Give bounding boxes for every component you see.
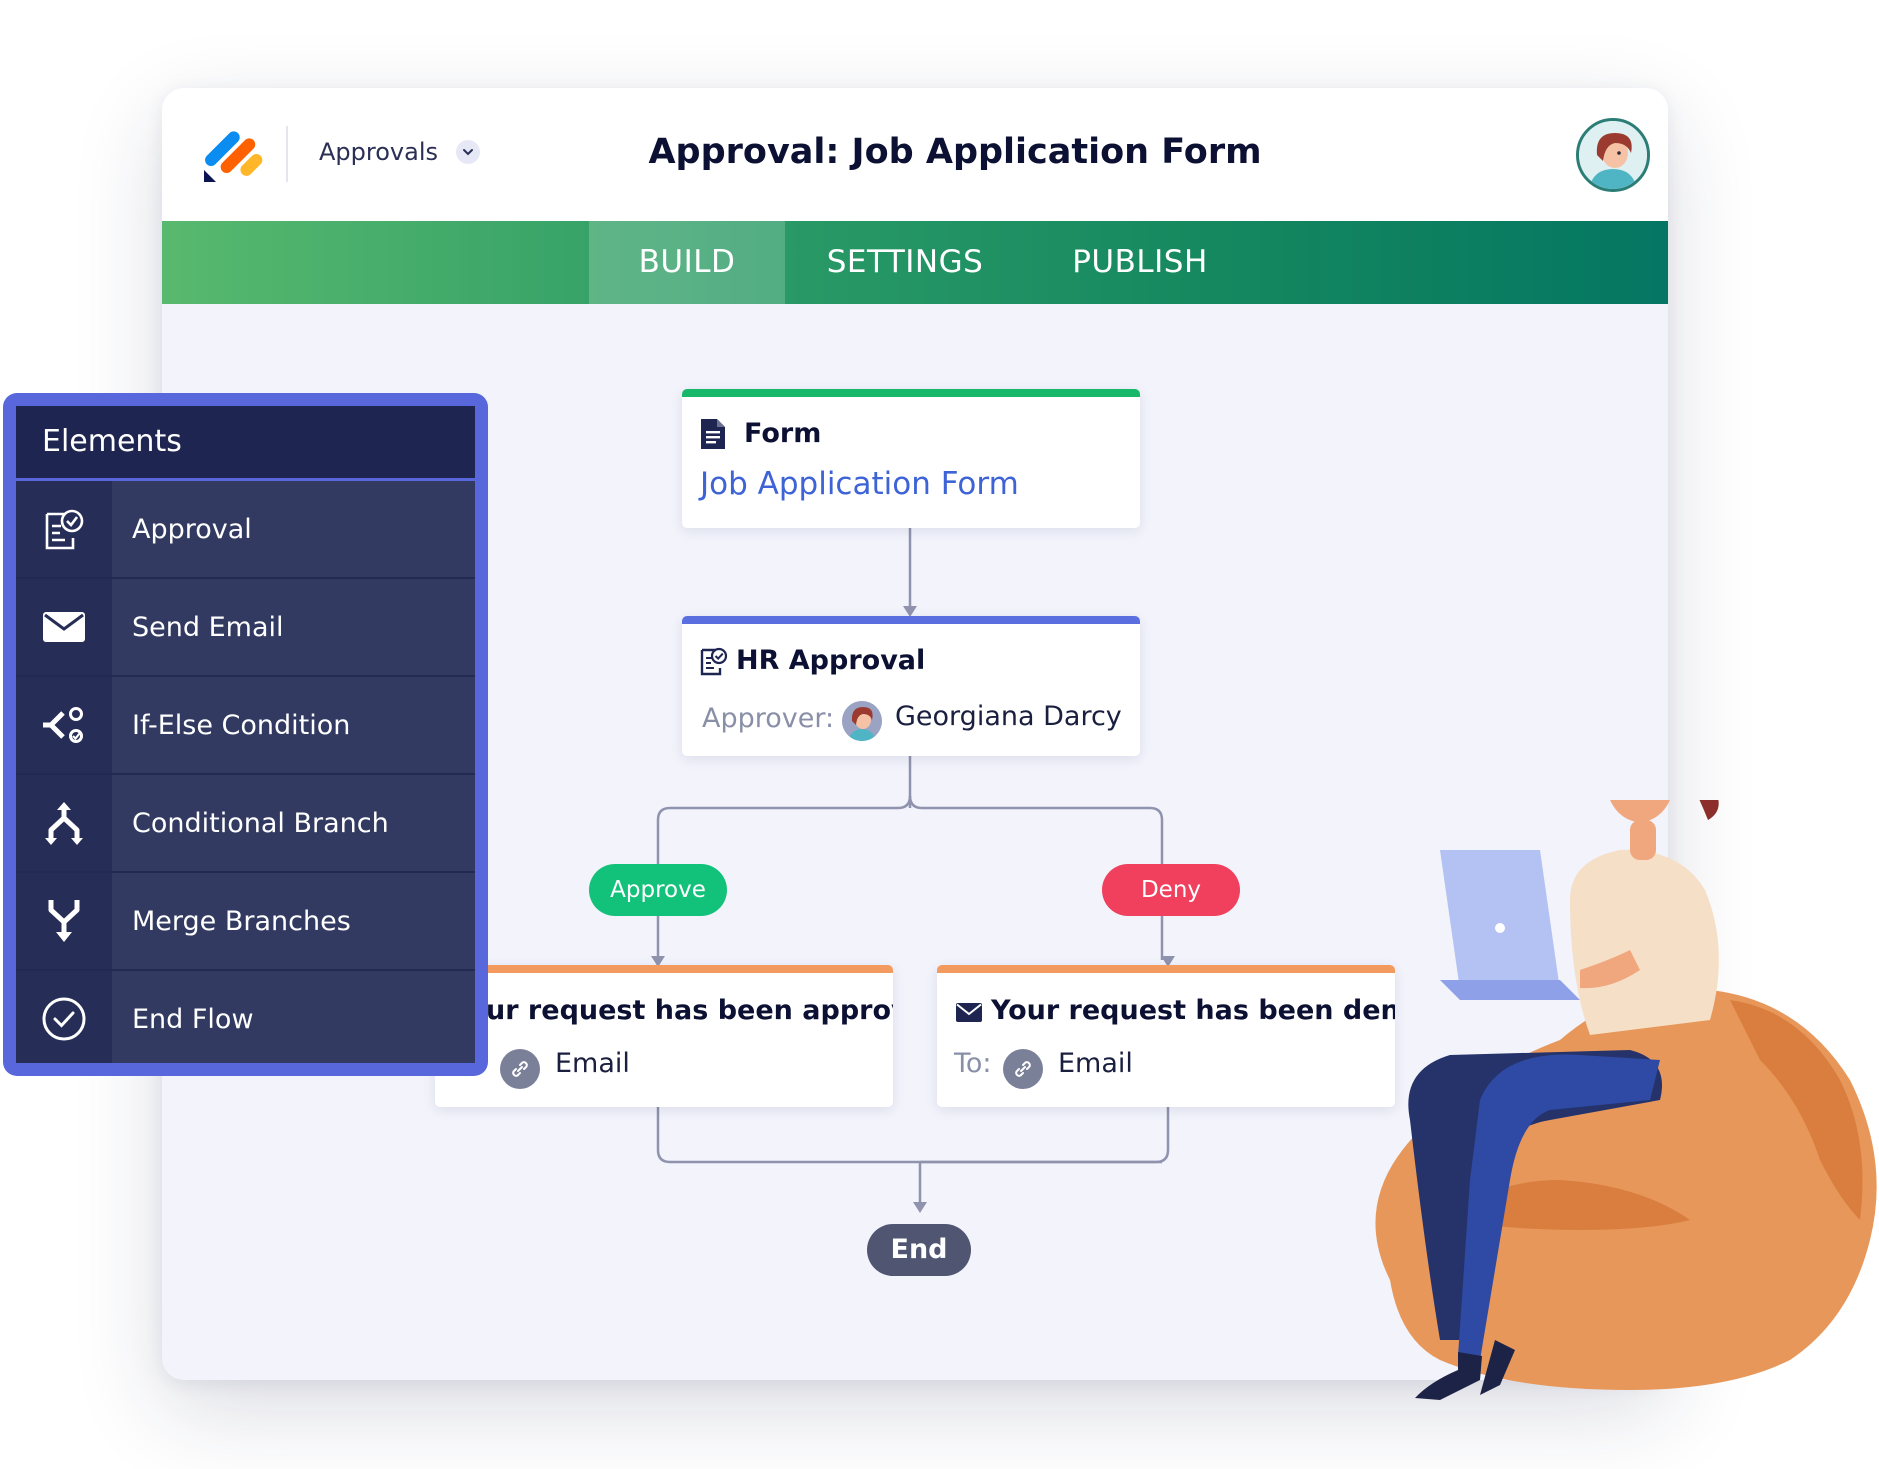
denied-to-label: To: bbox=[954, 1048, 992, 1079]
end-node[interactable]: End bbox=[867, 1224, 971, 1276]
form-node[interactable]: Form Job Application Form bbox=[682, 389, 1140, 528]
approved-email-title: ur request has been approved. bbox=[486, 995, 893, 1026]
branch-icon-cell bbox=[16, 775, 112, 871]
merge-icon-cell bbox=[16, 873, 112, 969]
approver-name: Georgiana Darcy bbox=[895, 701, 1122, 732]
if-else-icon-cell bbox=[16, 677, 112, 773]
denied-email-node[interactable]: Your request has been denied. To: Email bbox=[937, 965, 1395, 1107]
element-label: Approval bbox=[132, 513, 252, 545]
envelope-icon bbox=[956, 1003, 982, 1022]
if-else-icon bbox=[43, 707, 83, 743]
element-send-email[interactable]: Send Email bbox=[16, 579, 475, 677]
deny-branch-pill[interactable]: Deny bbox=[1102, 864, 1240, 916]
check-circle-icon-cell bbox=[16, 971, 112, 1063]
approver-avatar bbox=[842, 701, 882, 741]
approval-icon bbox=[45, 509, 84, 550]
approval-node-title: HR Approval bbox=[736, 645, 926, 676]
element-end-flow[interactable]: End Flow bbox=[16, 971, 475, 1063]
elements-panel: Elements Approval Send Email If-Else Con… bbox=[3, 393, 488, 1076]
elements-panel-title: Elements bbox=[16, 406, 475, 481]
element-approval[interactable]: Approval bbox=[16, 481, 475, 579]
denied-node-accent bbox=[937, 965, 1395, 973]
branch-icon bbox=[45, 802, 83, 845]
link-icon bbox=[500, 1049, 540, 1089]
element-label: Conditional Branch bbox=[132, 807, 389, 839]
approved-node-accent bbox=[435, 965, 893, 973]
element-label: End Flow bbox=[132, 1003, 254, 1035]
check-circle-icon bbox=[42, 997, 86, 1041]
element-label: Send Email bbox=[132, 611, 284, 643]
element-conditional-branch[interactable]: Conditional Branch bbox=[16, 775, 475, 873]
approval-icon-cell bbox=[16, 481, 112, 577]
document-icon bbox=[701, 419, 725, 449]
merge-icon bbox=[48, 900, 80, 942]
approver-label: Approver: bbox=[702, 703, 835, 734]
form-node-link[interactable]: Job Application Form bbox=[700, 466, 1019, 502]
woman-with-laptop-illustration bbox=[1375, 800, 1877, 1400]
approval-icon bbox=[700, 647, 728, 676]
woman-avatar-icon bbox=[842, 701, 882, 741]
element-merge-branches[interactable]: Merge Branches bbox=[16, 873, 475, 971]
hr-approval-node[interactable]: HR Approval Approver: Georgiana Darcy bbox=[682, 616, 1140, 756]
approve-branch-pill[interactable]: Approve bbox=[589, 864, 727, 916]
approved-email-node[interactable]: ur request has been approved. . Email bbox=[435, 965, 893, 1107]
envelope-icon bbox=[43, 612, 85, 642]
element-if-else-condition[interactable]: If-Else Condition bbox=[16, 677, 475, 775]
denied-email-recipient: Email bbox=[1058, 1048, 1133, 1079]
element-label: Merge Branches bbox=[132, 905, 351, 937]
element-label: If-Else Condition bbox=[132, 709, 351, 741]
link-icon bbox=[1003, 1049, 1043, 1089]
form-node-title: Form bbox=[744, 418, 822, 449]
form-node-accent bbox=[682, 389, 1140, 397]
envelope-icon-cell bbox=[16, 579, 112, 675]
elements-panel-body: Elements Approval Send Email If-Else Con… bbox=[16, 406, 475, 1063]
approved-email-recipient: Email bbox=[555, 1048, 630, 1079]
approval-node-accent bbox=[682, 616, 1140, 624]
